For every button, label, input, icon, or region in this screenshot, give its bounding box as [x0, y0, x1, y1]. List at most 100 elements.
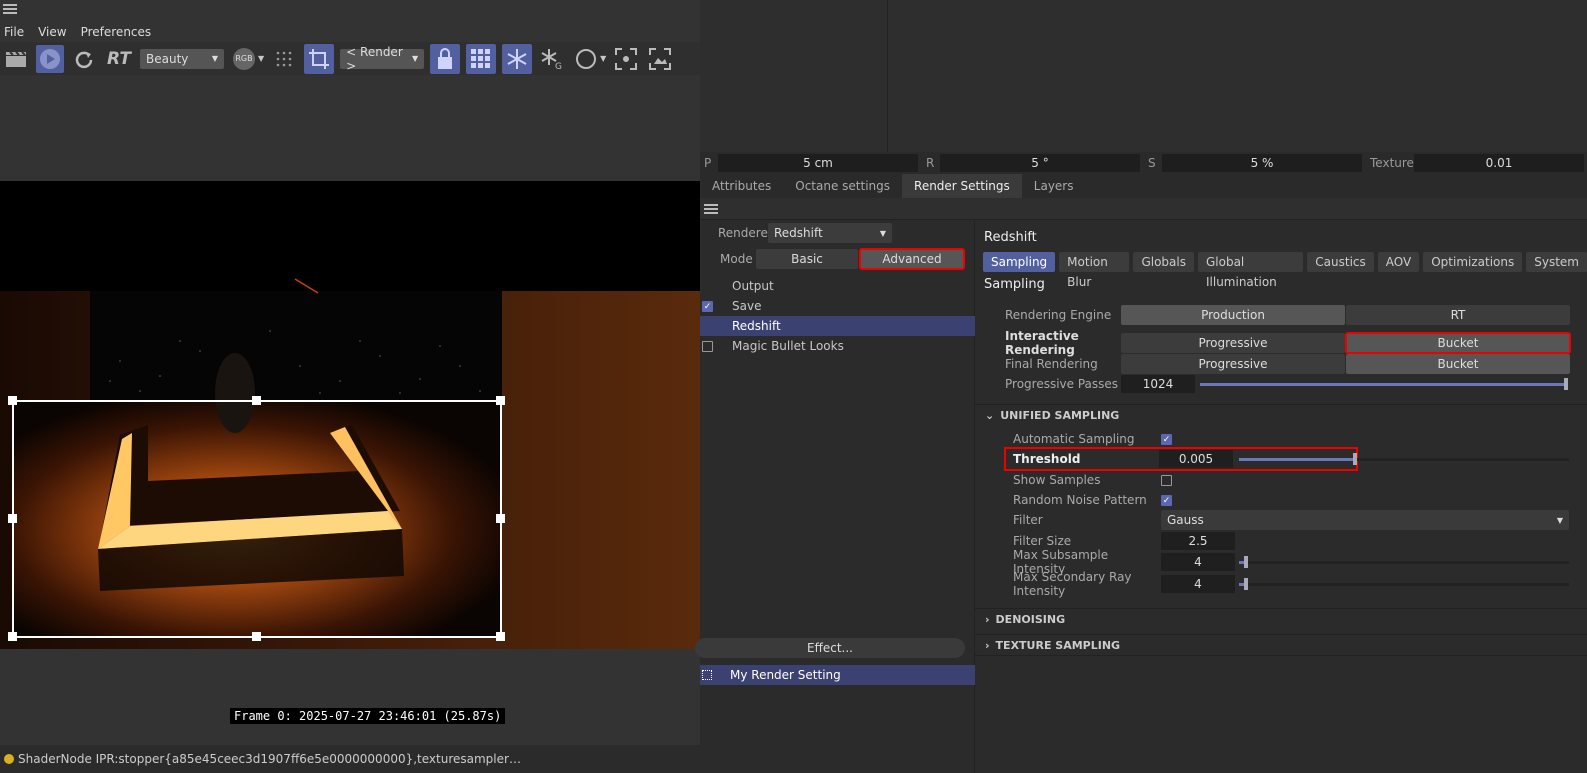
- tab-aov[interactable]: AOV: [1377, 252, 1420, 272]
- list-item-save[interactable]: ✓ Save: [700, 296, 975, 316]
- unified-sampling-header[interactable]: ⌄ UNIFIED SAMPLING: [975, 404, 1587, 426]
- tab-global-illumination[interactable]: Global Illumination: [1197, 252, 1304, 289]
- engine-production-button[interactable]: Production: [1121, 305, 1345, 325]
- chevron-right-icon: ›: [985, 613, 990, 626]
- max-subsample-slider[interactable]: [1239, 556, 1569, 568]
- mode-advanced-button[interactable]: Advanced: [859, 248, 965, 270]
- clapperboard-icon[interactable]: [2, 45, 30, 73]
- tab-system[interactable]: System: [1526, 252, 1587, 272]
- show-samples-checkbox[interactable]: [1161, 474, 1172, 486]
- viewer-background: [0, 75, 700, 181]
- texture-sampling-header[interactable]: › TEXTURE SAMPLING: [975, 634, 1587, 656]
- auto-sampling-checkbox[interactable]: ✓: [1161, 433, 1172, 445]
- render-select[interactable]: < Render > ▼: [340, 45, 425, 73]
- filter-size-label: Filter Size: [1013, 534, 1072, 548]
- tab-sampling[interactable]: Sampling: [983, 252, 1056, 272]
- coordinate-row: P 5 cm R 5 ° S 5 % Texture 0.01: [700, 152, 1587, 174]
- render-image: [0, 181, 700, 649]
- menu-file[interactable]: File: [4, 25, 24, 39]
- max-subsample-field[interactable]: 4: [1161, 553, 1235, 571]
- rgb-channel-icon[interactable]: RGB: [230, 45, 258, 73]
- redshift-settings-panel: Redshift Sampling Motion Blur Globals Gl…: [975, 220, 1587, 773]
- frame-info: Frame 0: 2025-07-27 23:46:01 (25.87s): [230, 708, 506, 724]
- final-progressive-button[interactable]: Progressive: [1121, 354, 1345, 374]
- tab-caustics[interactable]: Caustics: [1307, 252, 1374, 272]
- render-setting-item[interactable]: My Render Setting: [700, 665, 975, 685]
- p-field[interactable]: 5 cm: [718, 154, 918, 172]
- interactive-bucket-button[interactable]: Bucket: [1345, 332, 1571, 354]
- random-noise-label: Random Noise Pattern: [1013, 493, 1147, 507]
- denoising-header[interactable]: › DENOISING: [975, 608, 1587, 630]
- focus-frame-icon[interactable]: [612, 45, 640, 73]
- menu-view[interactable]: View: [38, 25, 66, 39]
- section-title: Sampling: [984, 277, 1045, 292]
- object-manager-area: [700, 0, 1587, 152]
- tab-optimizations[interactable]: Optimizations: [1423, 252, 1523, 272]
- progressive-passes-field[interactable]: 1024: [1121, 375, 1195, 393]
- chevron-down-icon: ⌄: [985, 409, 995, 422]
- renderer-select[interactable]: Redshift ▼: [768, 223, 892, 243]
- play-render-icon[interactable]: [36, 44, 64, 73]
- threshold-slider[interactable]: [1239, 453, 1569, 465]
- tab-render-settings[interactable]: Render Settings: [902, 174, 1022, 198]
- r-field[interactable]: 5 °: [940, 154, 1140, 172]
- max-secondary-field[interactable]: 4: [1161, 575, 1235, 593]
- refresh-icon[interactable]: [70, 45, 98, 73]
- menu-preferences[interactable]: Preferences: [81, 25, 152, 39]
- chevron-down-icon: ▼: [412, 54, 419, 63]
- random-noise-checkbox[interactable]: ✓: [1161, 494, 1172, 506]
- crop-region-icon[interactable]: [304, 43, 335, 74]
- panel-sub-toolbar: [700, 198, 1587, 220]
- r-label: R: [926, 156, 935, 170]
- hamburger-menu-icon[interactable]: [3, 3, 19, 15]
- threshold-field[interactable]: 0.005: [1159, 450, 1233, 468]
- attribute-tabs: Attributes Octane settings Render Settin…: [700, 174, 1587, 198]
- circle-select-icon[interactable]: [572, 45, 600, 73]
- snapshot-frame-icon[interactable]: [646, 45, 674, 73]
- effect-button[interactable]: Effect...: [695, 638, 965, 658]
- save-checkbox[interactable]: ✓: [702, 300, 713, 312]
- snowflake-icon[interactable]: [502, 43, 533, 74]
- rt-toggle[interactable]: RT: [104, 45, 134, 73]
- engine-rt-button[interactable]: RT: [1346, 305, 1570, 325]
- interactive-progressive-button[interactable]: Progressive: [1121, 333, 1345, 353]
- grid-dots-icon[interactable]: [270, 45, 298, 73]
- snowflake-g-icon[interactable]: G: [538, 45, 566, 73]
- progressive-passes-slider[interactable]: [1200, 378, 1568, 390]
- max-secondary-slider[interactable]: [1239, 578, 1569, 590]
- chevron-down-icon: ▼: [879, 228, 886, 238]
- p-label: P: [704, 156, 712, 170]
- tab-attributes[interactable]: Attributes: [700, 174, 783, 198]
- status-text: ShaderNode IPR:stopper{a85e45ceec3d1907f…: [18, 752, 521, 766]
- menu-bar: File View Preferences: [0, 22, 700, 42]
- list-item-magic-bullet-looks[interactable]: Magic Bullet Looks: [700, 336, 975, 356]
- chevron-down-icon: ▼: [211, 54, 218, 63]
- s-field[interactable]: 5 %: [1162, 154, 1362, 172]
- status-dot-icon: [4, 754, 14, 764]
- list-item-output[interactable]: Output: [700, 276, 975, 296]
- tab-octane-settings[interactable]: Octane settings: [783, 174, 902, 198]
- render-setting-icon: [702, 670, 712, 680]
- tab-globals[interactable]: Globals: [1133, 252, 1194, 272]
- filter-size-field[interactable]: 2.5: [1161, 532, 1235, 550]
- list-item-redshift[interactable]: Redshift: [700, 316, 975, 336]
- tab-motion-blur[interactable]: Motion Blur: [1059, 252, 1130, 289]
- pass-select[interactable]: Beauty ▼: [140, 48, 224, 69]
- chevron-down-icon[interactable]: ▼: [600, 54, 606, 63]
- magic-bullet-checkbox[interactable]: [702, 340, 713, 352]
- tab-layers[interactable]: Layers: [1022, 174, 1086, 198]
- filter-select[interactable]: Gauss ▼: [1161, 510, 1569, 530]
- lock-icon[interactable]: [430, 43, 461, 74]
- texture-field[interactable]: 0.01: [1414, 154, 1584, 172]
- chevron-right-icon: ›: [985, 638, 990, 652]
- bucket-grid-icon[interactable]: [466, 43, 497, 74]
- final-bucket-button[interactable]: Bucket: [1346, 354, 1570, 374]
- threshold-label: Threshold: [1013, 452, 1081, 466]
- texture-label: Texture: [1370, 156, 1414, 170]
- chevron-down-icon[interactable]: ▼: [258, 54, 264, 63]
- filter-label: Filter: [1013, 513, 1043, 527]
- rendering-engine-label: Rendering Engine: [1005, 308, 1112, 322]
- mode-basic-button[interactable]: Basic: [756, 249, 858, 269]
- redshift-tabs: Sampling Motion Blur Globals Global Illu…: [983, 252, 1587, 289]
- hamburger-menu-icon[interactable]: [704, 203, 718, 215]
